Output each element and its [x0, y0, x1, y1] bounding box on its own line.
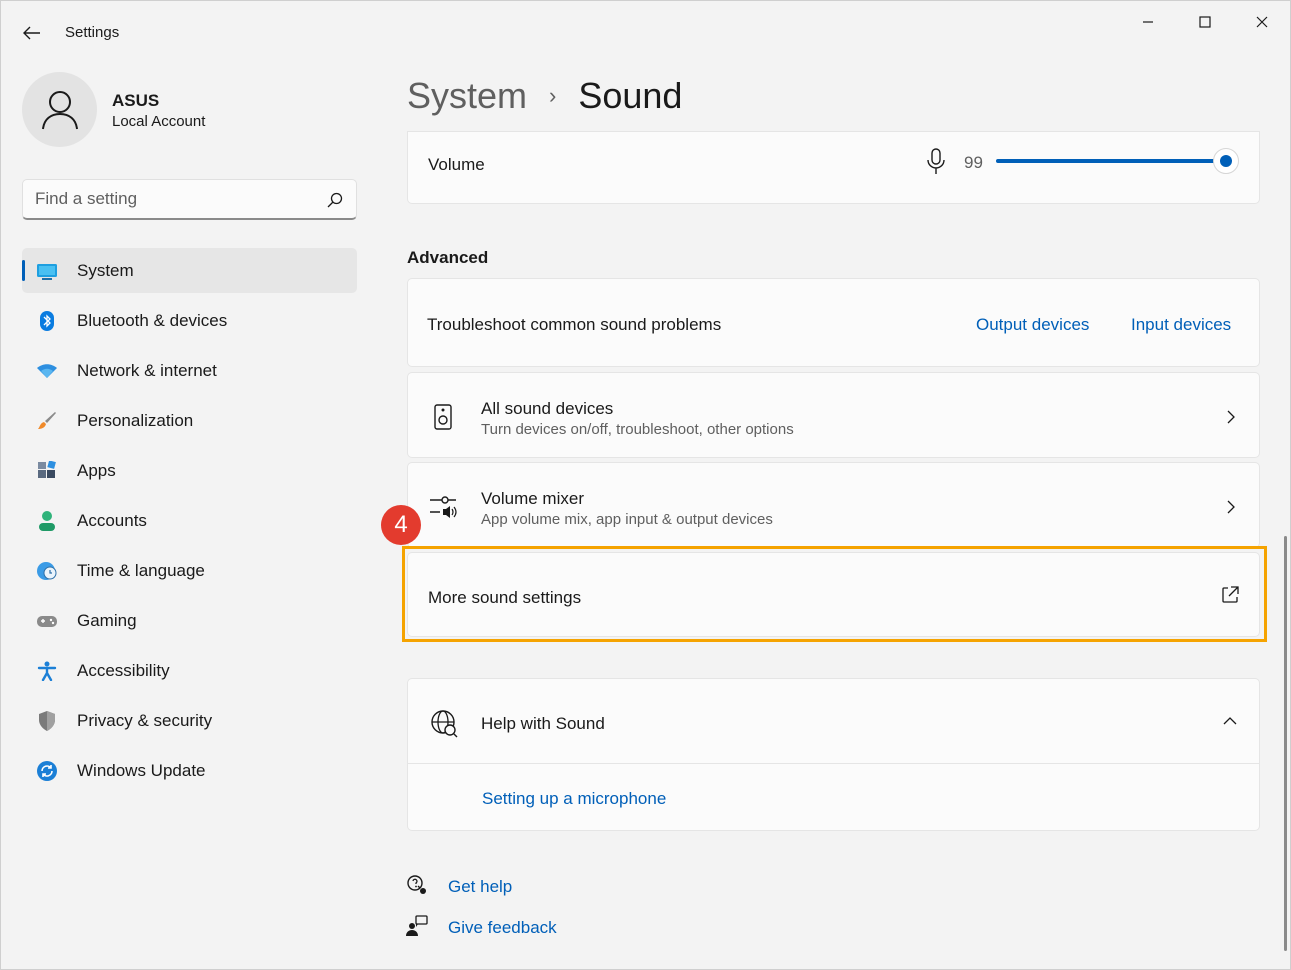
- chevron-up-icon[interactable]: [1223, 714, 1237, 728]
- app-title: Settings: [65, 24, 120, 41]
- help-title[interactable]: Help with Sound: [481, 714, 605, 734]
- sidebar-item-gaming[interactable]: Gaming: [22, 598, 357, 643]
- title-bar: Settings: [1, 1, 1290, 61]
- volume-slider[interactable]: [996, 159, 1226, 163]
- volume-slider-thumb[interactable]: [1213, 148, 1239, 174]
- user-name: ASUS: [112, 91, 160, 110]
- minimize-button[interactable]: [1125, 9, 1171, 35]
- breadcrumb: System › Sound: [407, 75, 682, 117]
- search-input[interactable]: [35, 188, 315, 210]
- sidebar-item-label: Time & language: [77, 560, 205, 580]
- sidebar-item-accessibility[interactable]: Accessibility: [22, 648, 357, 693]
- all-sound-devices-subtitle: Turn devices on/off, troubleshoot, other…: [481, 421, 794, 438]
- sidebar-item-time-language[interactable]: Time & language: [22, 548, 357, 593]
- search-box[interactable]: [22, 179, 357, 220]
- globe-clock-icon: [37, 562, 57, 580]
- sidebar-item-bluetooth[interactable]: Bluetooth & devices: [22, 298, 357, 343]
- back-button[interactable]: [15, 19, 49, 47]
- sidebar-item-label: System: [77, 260, 134, 280]
- sidebar-item-label: Accounts: [77, 510, 147, 530]
- volume-mixer-icon: [430, 496, 457, 518]
- sidebar-item-label: Apps: [77, 460, 116, 480]
- sidebar-nav: System Bluetooth & devices Network & int…: [22, 248, 357, 798]
- maximize-button[interactable]: [1182, 9, 1228, 35]
- give-feedback-link[interactable]: Give feedback: [448, 918, 557, 938]
- all-sound-devices-title: All sound devices: [481, 399, 614, 418]
- all-sound-devices-card[interactable]: All sound devices Turn devices on/off, t…: [407, 372, 1260, 458]
- chevron-right-icon: [1227, 500, 1235, 514]
- accessibility-icon: [37, 661, 57, 681]
- sidebar-item-label: Gaming: [77, 610, 137, 630]
- breadcrumb-parent[interactable]: System: [407, 75, 527, 117]
- sidebar-item-windows-update[interactable]: Windows Update: [22, 748, 357, 793]
- page-title: Sound: [578, 75, 683, 116]
- apps-icon: [38, 461, 56, 478]
- scrollbar[interactable]: [1284, 536, 1287, 951]
- settings-window: Settings ASUS Local Account System Bluet…: [0, 0, 1291, 970]
- volume-label: Volume: [428, 155, 485, 174]
- speaker-icon: [434, 404, 452, 430]
- volume-value: 99: [964, 153, 983, 172]
- help-card: Help with Sound Setting up a microphone: [407, 678, 1260, 831]
- search-icon[interactable]: [326, 191, 344, 209]
- input-devices-link[interactable]: Input devices: [1131, 315, 1231, 335]
- breadcrumb-separator: ›: [549, 83, 557, 108]
- feedback-icon: [406, 915, 428, 936]
- sidebar-item-label: Windows Update: [77, 760, 206, 780]
- sidebar-item-label: Personalization: [77, 410, 194, 430]
- volume-mixer-title: Volume mixer: [481, 489, 584, 508]
- sidebar-item-privacy[interactable]: Privacy & security: [22, 698, 357, 743]
- get-help-link[interactable]: Get help: [448, 877, 512, 897]
- shield-icon: [39, 711, 55, 731]
- back-arrow-icon: [23, 26, 40, 40]
- divider: [408, 763, 1259, 764]
- close-icon: [1256, 16, 1268, 28]
- sidebar-item-accounts[interactable]: Accounts: [22, 498, 357, 543]
- sidebar-item-label: Accessibility: [77, 660, 170, 680]
- minimize-icon: [1143, 21, 1153, 23]
- troubleshoot-label: Troubleshoot common sound problems: [427, 315, 722, 334]
- get-help-icon: [407, 875, 426, 894]
- sidebar-item-label: Bluetooth & devices: [77, 310, 228, 330]
- sidebar-item-network[interactable]: Network & internet: [22, 348, 357, 393]
- bluetooth-icon: [40, 311, 54, 331]
- sidebar-item-label: Network & internet: [77, 360, 217, 380]
- sidebar-item-system[interactable]: System: [22, 248, 357, 293]
- account-type: Local Account: [112, 113, 206, 130]
- help-globe-icon: [431, 710, 458, 738]
- section-title-advanced: Advanced: [407, 248, 489, 267]
- avatar[interactable]: [22, 72, 97, 147]
- close-button[interactable]: [1239, 9, 1285, 35]
- person-icon: [39, 511, 55, 531]
- output-devices-link[interactable]: Output devices: [976, 315, 1089, 335]
- volume-card: Volume 99: [407, 131, 1260, 204]
- sidebar-item-personalization[interactable]: Personalization: [22, 398, 357, 443]
- sidebar-item-label: Privacy & security: [77, 710, 213, 730]
- wifi-icon: [37, 364, 57, 378]
- user-icon: [41, 90, 78, 129]
- monitor-icon: [37, 264, 57, 280]
- troubleshoot-card: Troubleshoot common sound problems Outpu…: [407, 278, 1260, 367]
- chevron-right-icon: [1227, 410, 1235, 424]
- gamepad-icon: [37, 616, 57, 627]
- highlight-box: [402, 546, 1267, 642]
- maximize-icon: [1199, 16, 1211, 28]
- volume-mixer-subtitle: App volume mix, app input & output devic…: [481, 511, 773, 528]
- update-icon: [37, 761, 57, 781]
- step-badge: 4: [381, 505, 421, 545]
- help-link-microphone[interactable]: Setting up a microphone: [482, 789, 666, 809]
- microphone-icon[interactable]: [926, 148, 946, 176]
- sidebar-item-apps[interactable]: Apps: [22, 448, 357, 493]
- brush-icon: [38, 412, 56, 429]
- volume-mixer-card[interactable]: Volume mixer App volume mix, app input &…: [407, 462, 1260, 548]
